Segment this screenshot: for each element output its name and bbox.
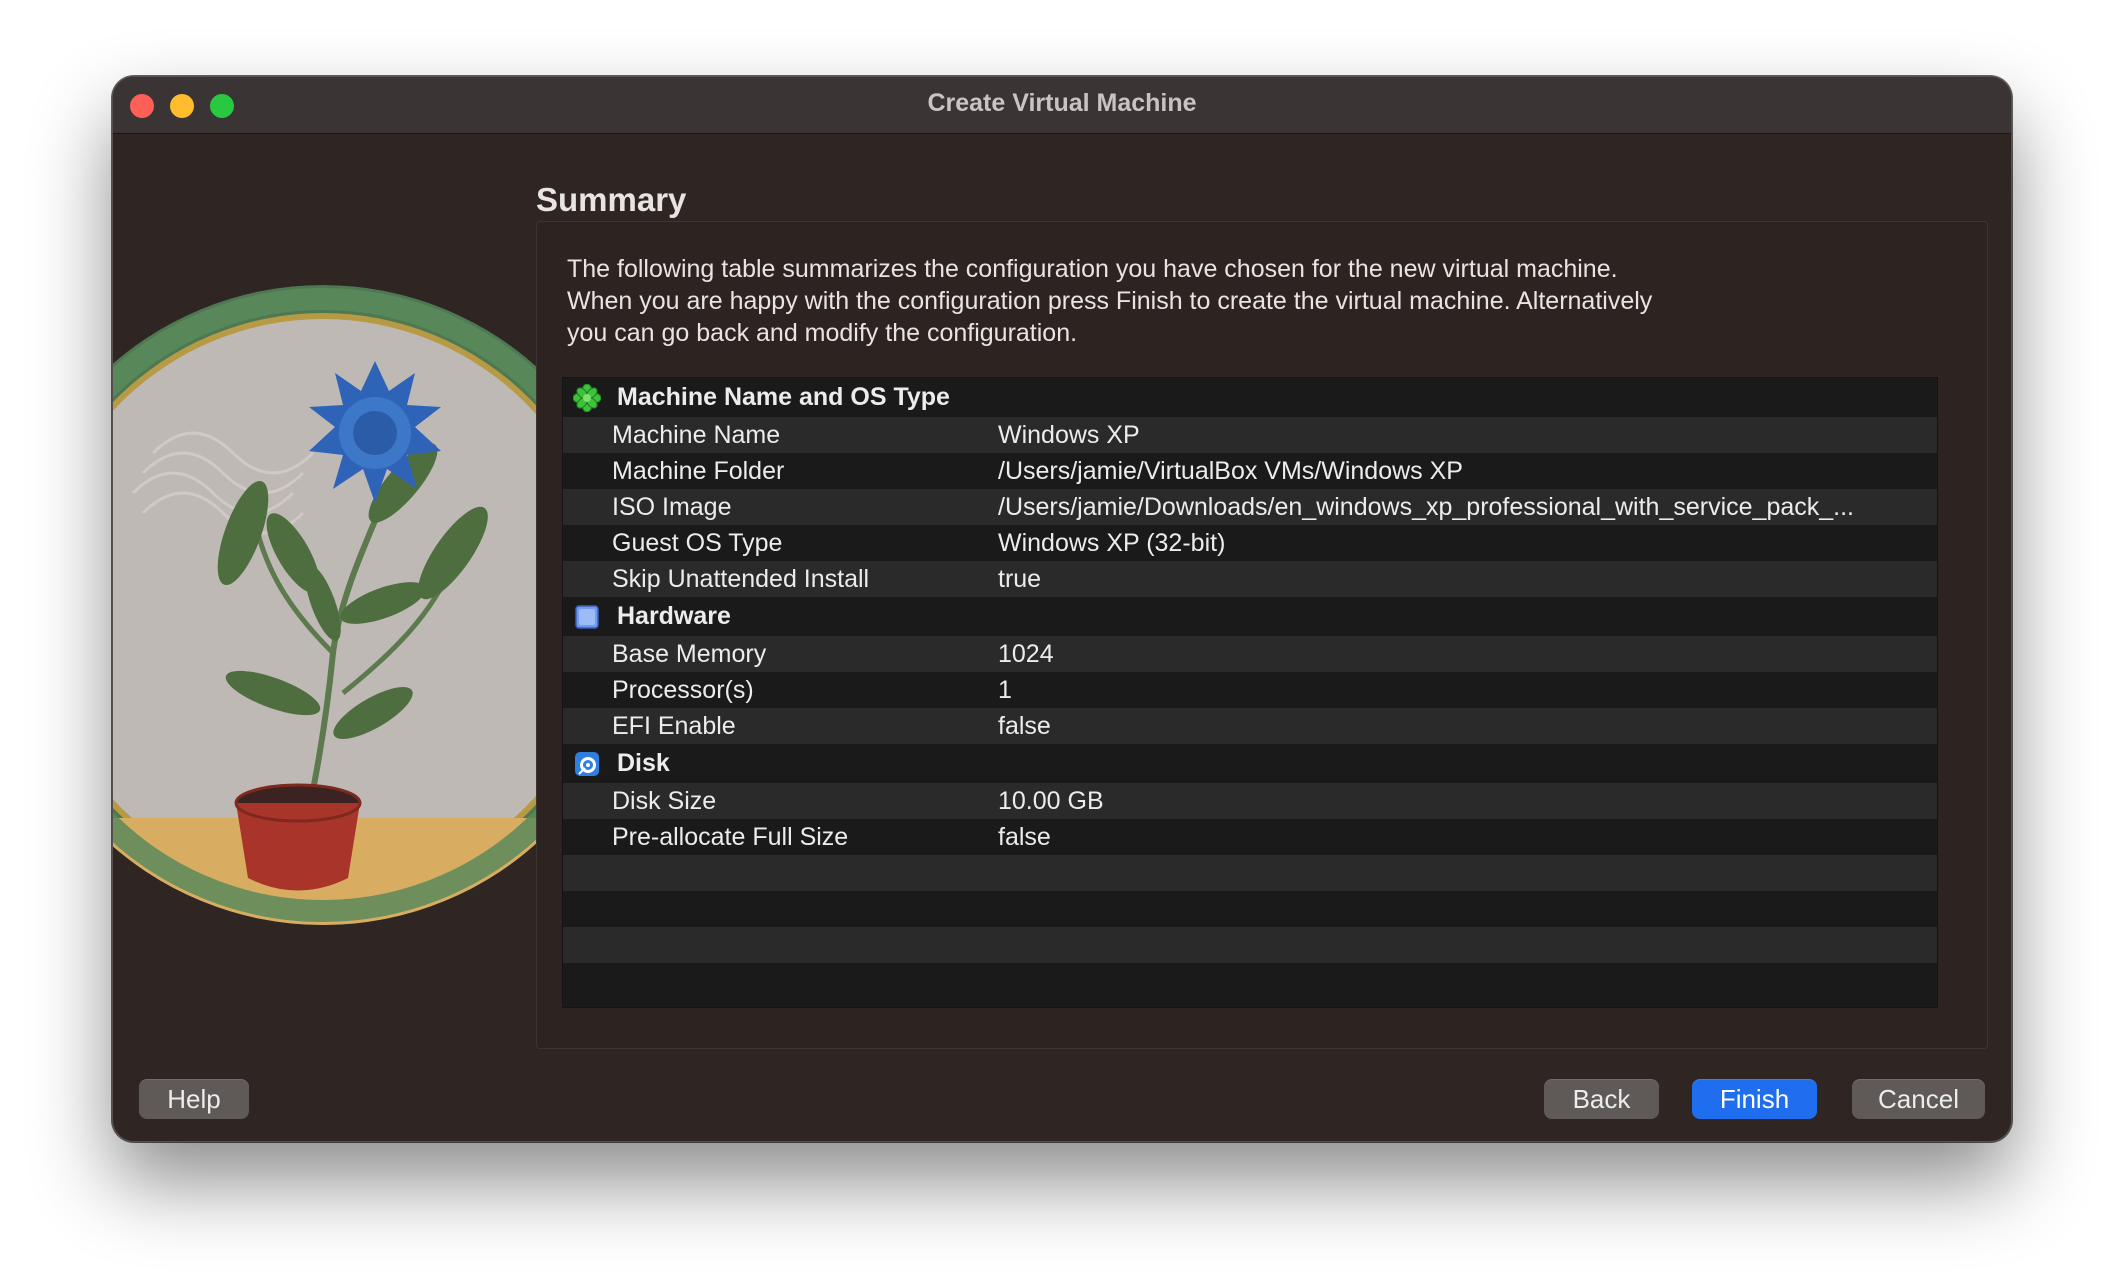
empty-row [563, 891, 1937, 927]
row-value: true [998, 564, 1042, 593]
summary-description: The following table summarizes the confi… [567, 253, 1867, 349]
section-title: Hardware [617, 602, 731, 630]
table-row[interactable]: Base Memory 1024 [563, 636, 1937, 672]
table-row[interactable]: Disk Size 10.00 GB [563, 783, 1937, 819]
row-value: 1 [998, 675, 1012, 704]
chip-icon [575, 605, 599, 629]
cancel-button[interactable]: Cancel [1852, 1079, 1985, 1119]
section-title: Machine Name and OS Type [617, 383, 950, 411]
section-header-machine-name-os-type[interactable]: Machine Name and OS Type [563, 378, 1937, 417]
row-key: Machine Folder [612, 456, 785, 485]
row-value: Windows XP (32-bit) [998, 528, 1226, 557]
row-value: Windows XP [998, 420, 1140, 449]
table-row[interactable]: EFI Enable false [563, 708, 1937, 744]
row-key: Guest OS Type [612, 528, 783, 557]
table-row[interactable]: Machine Name Windows XP [563, 417, 1937, 453]
empty-row [563, 963, 1937, 999]
description-line: The following table summarizes the confi… [567, 255, 1618, 283]
row-value: /Users/jamie/Downloads/en_windows_xp_pro… [998, 492, 1854, 521]
table-row[interactable]: Skip Unattended Install true [563, 561, 1937, 597]
summary-table[interactable]: Machine Name and OS Type Machine Name Wi… [562, 377, 1938, 1008]
table-row[interactable]: Machine Folder /Users/jamie/VirtualBox V… [563, 453, 1937, 489]
row-value: 1024 [998, 639, 1054, 668]
help-button[interactable]: Help [139, 1079, 249, 1119]
window-title: Create Virtual Machine [927, 89, 1197, 117]
row-key: Pre-allocate Full Size [612, 822, 849, 851]
description-line: When you are happy with the configuratio… [567, 287, 1653, 315]
back-button[interactable]: Back [1544, 1079, 1659, 1119]
row-key: Processor(s) [612, 675, 754, 704]
title-bar: Create Virtual Machine [113, 77, 2011, 134]
table-row[interactable]: Processor(s) 1 [563, 672, 1937, 708]
row-key: Base Memory [612, 639, 767, 668]
page-title: Summary [536, 181, 687, 218]
empty-row [563, 927, 1937, 963]
row-value: /Users/jamie/VirtualBox VMs/Windows XP [998, 456, 1463, 485]
green-star-icon [573, 384, 601, 412]
disk-icon [575, 752, 599, 776]
section-title: Disk [617, 749, 670, 777]
description-line: you can go back and modify the configura… [567, 319, 1078, 347]
row-value: false [998, 711, 1051, 740]
create-vm-window: Create Virtual Machine Summary The follo… [112, 76, 2012, 1142]
row-value: false [998, 822, 1051, 851]
table-row[interactable]: ISO Image /Users/jamie/Downloads/en_wind… [563, 489, 1937, 525]
section-header-hardware[interactable]: Hardware [563, 597, 1937, 636]
row-key: Skip Unattended Install [612, 564, 870, 593]
table-row[interactable]: Guest OS Type Windows XP (32-bit) [563, 525, 1937, 561]
row-key: Disk Size [612, 786, 717, 815]
row-value: 10.00 GB [998, 786, 1104, 815]
row-key: EFI Enable [612, 711, 736, 740]
table-row[interactable]: Pre-allocate Full Size false [563, 819, 1937, 855]
finish-button[interactable]: Finish [1692, 1079, 1817, 1119]
section-header-disk[interactable]: Disk [563, 744, 1937, 783]
row-key: ISO Image [612, 492, 732, 521]
empty-row [563, 855, 1937, 891]
row-key: Machine Name [612, 420, 781, 449]
